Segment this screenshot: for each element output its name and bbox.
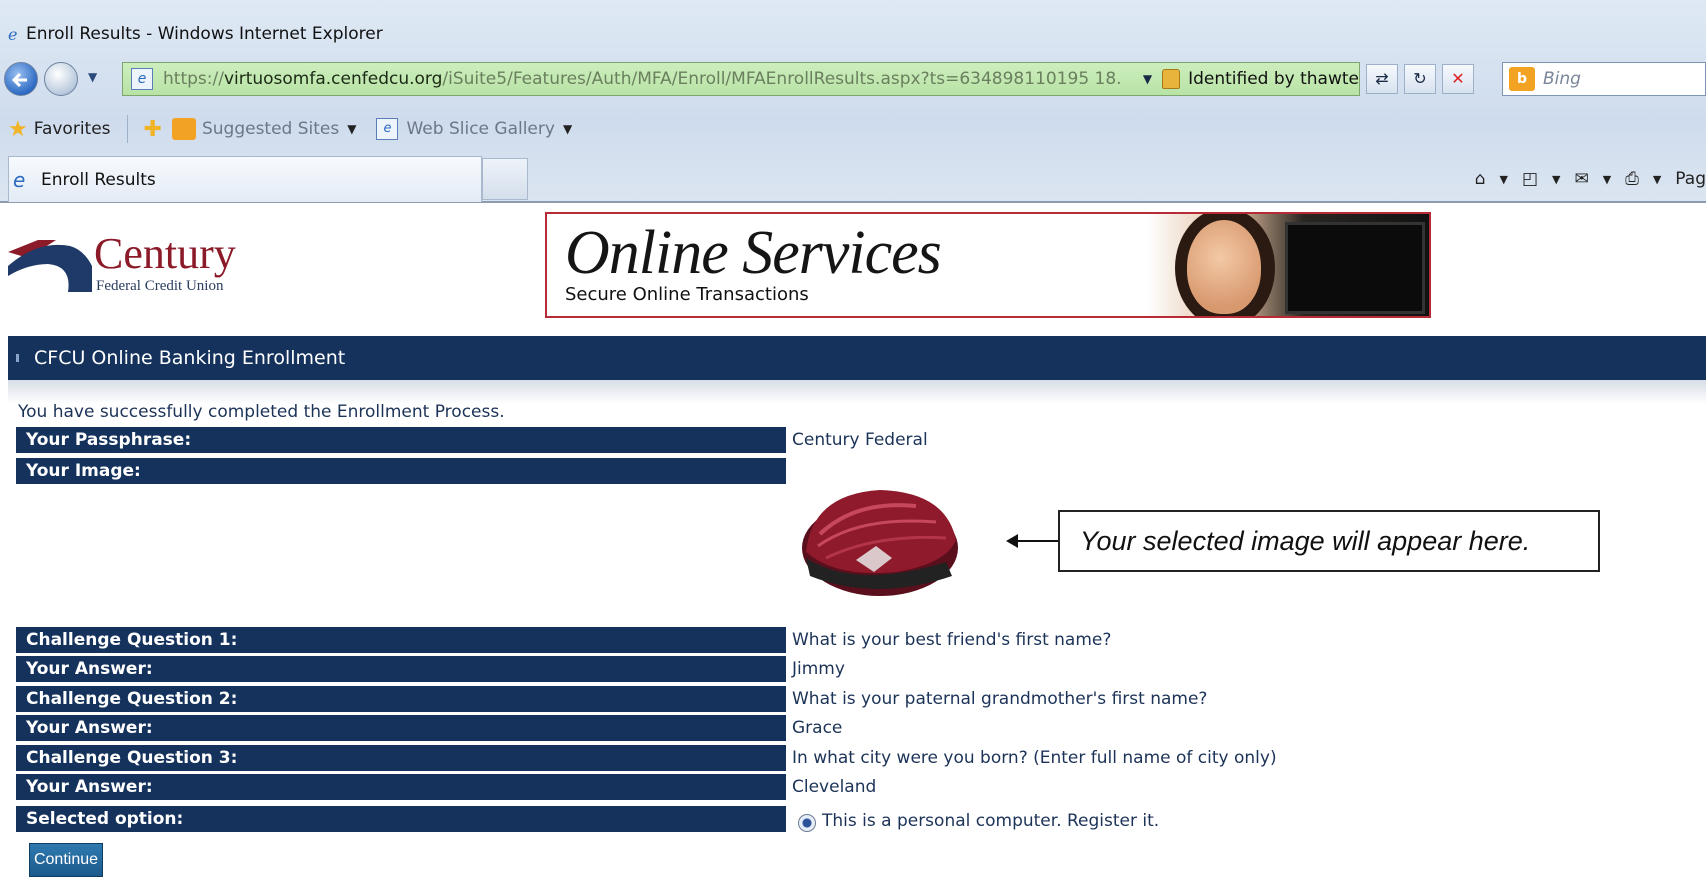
back-arrow-icon <box>11 72 27 88</box>
answer-3-value: Cleveland <box>792 777 877 797</box>
feeds-icon[interactable]: ◰ <box>1522 169 1538 189</box>
add-to-favorites-icon[interactable]: ✚ <box>144 117 162 142</box>
window-titlebar: e Enroll Results - Windows Internet Expl… <box>8 8 1706 60</box>
answer-1-value: Jimmy <box>792 659 845 679</box>
success-message: You have successfully completed the Enro… <box>18 402 505 422</box>
address-bar[interactable]: e https://virtuosomfa.cenfedcu.org/iSuit… <box>122 62 1360 96</box>
answer-3-label: Your Answer: <box>16 774 786 800</box>
challenge-question-3-label: Challenge Question 3: <box>16 745 786 771</box>
logo-subtitle: Federal Credit Union <box>96 278 224 294</box>
command-bar: ⌂ ▼ ◰ ▼ ✉ ▼ ⎙ ▼ Pag <box>1461 156 1706 202</box>
favorites-separator <box>126 115 128 143</box>
favorites-button[interactable]: Favorites <box>34 119 111 139</box>
favorites-bar: ★ Favorites ✚ Suggested Sites ▼ e Web Sl… <box>0 108 1706 150</box>
mail-dropdown-icon[interactable]: ▼ <box>1603 173 1611 186</box>
url-domain: virtuosomfa.cenfedcu.org <box>223 69 443 89</box>
tab-row: e Enroll Results ⌂ ▼ ◰ ▼ ✉ ▼ ⎙ ▼ Pag <box>0 156 1706 202</box>
callout-arrow-icon <box>1006 534 1060 548</box>
selected-option-value: This is a personal computer. Register it… <box>822 811 1160 831</box>
url-path: /iSuite5/Features/Auth/MFA/Enroll/MFAEnr… <box>442 69 1122 89</box>
online-services-banner: Online Services Secure Online Transactio… <box>545 212 1431 318</box>
url-prefix: https:// <box>163 69 224 89</box>
banner-laptop <box>1285 222 1425 314</box>
address-url[interactable]: https://virtuosomfa.cenfedcu.org/iSuite5… <box>163 69 1133 89</box>
forward-button[interactable] <box>44 62 78 96</box>
selected-option-label: Selected option: <box>16 806 786 832</box>
svg-text:e: e <box>8 25 17 43</box>
tab-enroll-results[interactable]: e Enroll Results <box>8 156 482 202</box>
selected-image-helmet <box>802 490 958 596</box>
back-button[interactable] <box>4 62 38 96</box>
web-slice-dropdown-icon[interactable]: ▼ <box>563 122 572 136</box>
banner-subtitle: Secure Online Transactions <box>565 284 809 305</box>
challenge-question-2-value: What is your paternal grandmother's firs… <box>792 689 1208 709</box>
print-icon[interactable]: ⎙ <box>1625 169 1639 189</box>
window-title: Enroll Results - Windows Internet Explor… <box>26 24 383 44</box>
favorites-star-icon[interactable]: ★ <box>8 117 28 142</box>
stop-icon[interactable]: ✕ <box>1442 64 1474 94</box>
security-identity[interactable]: Identified by thawte <box>1188 69 1359 89</box>
challenge-question-2-label: Challenge Question 2: <box>16 686 786 712</box>
ie-logo-icon: e <box>8 25 17 43</box>
bing-icon: b <box>1509 67 1535 91</box>
image-callout: Your selected image will appear here. <box>1058 510 1600 572</box>
banner-title: Online Services <box>565 219 942 287</box>
address-dropdown-icon[interactable]: ▼ <box>1143 72 1152 86</box>
suggested-sites-link[interactable]: Suggested Sites <box>202 119 339 139</box>
page-title: CFCU Online Banking Enrollment <box>8 336 1706 380</box>
web-slice-gallery-link[interactable]: Web Slice Gallery <box>406 119 554 139</box>
logo-mark-icon <box>8 240 92 292</box>
recent-pages-dropdown-icon[interactable]: ▼ <box>88 70 97 84</box>
feeds-dropdown-icon[interactable]: ▼ <box>1552 173 1560 186</box>
passphrase-value: Century Federal <box>792 430 928 450</box>
refresh-icon[interactable]: ↻ <box>1404 64 1436 94</box>
challenge-question-1-value: What is your best friend's first name? <box>792 630 1112 650</box>
challenge-question-3-value: In what city were you born? (Enter full … <box>792 748 1277 768</box>
search-box[interactable]: b Bing <box>1502 62 1706 96</box>
tab-ie-icon: e <box>13 167 26 192</box>
challenge-question-1-label: Challenge Question 1: <box>16 627 786 653</box>
lock-icon[interactable] <box>1162 69 1181 89</box>
personal-computer-radio[interactable] <box>798 814 816 832</box>
answer-2-value: Grace <box>792 718 843 738</box>
print-dropdown-icon[interactable]: ▼ <box>1653 173 1661 186</box>
passphrase-label: Your Passphrase: <box>16 427 786 453</box>
answer-1-label: Your Answer: <box>16 656 786 682</box>
logo-name: Century <box>94 229 236 278</box>
tab-label: Enroll Results <box>41 169 156 190</box>
home-dropdown-icon[interactable]: ▼ <box>1500 173 1508 186</box>
web-slice-icon: e <box>376 118 399 140</box>
answer-2-label: Your Answer: <box>16 715 786 741</box>
browser-chrome: e Enroll Results - Windows Internet Expl… <box>0 0 1706 203</box>
mail-icon[interactable]: ✉ <box>1575 169 1589 189</box>
suggested-sites-dropdown-icon[interactable]: ▼ <box>347 122 356 136</box>
home-icon[interactable]: ⌂ <box>1475 169 1486 189</box>
banner-photo <box>1147 214 1429 316</box>
suggested-sites-icon <box>171 118 196 140</box>
banner-person-face <box>1187 220 1261 314</box>
compatibility-view-icon[interactable]: ⇄ <box>1366 64 1398 94</box>
century-logo[interactable]: Century Federal Credit Union <box>8 232 258 296</box>
search-placeholder: Bing <box>1543 69 1581 89</box>
continue-button[interactable]: Continue <box>29 843 103 877</box>
new-tab-button[interactable] <box>482 158 528 200</box>
page-icon: e <box>131 68 153 90</box>
page-menu[interactable]: Pag <box>1675 169 1706 189</box>
image-label: Your Image: <box>16 458 786 484</box>
header-shadow <box>8 380 1706 404</box>
address-row: ▼ e https://virtuosomfa.cenfedcu.org/iSu… <box>0 60 1706 96</box>
